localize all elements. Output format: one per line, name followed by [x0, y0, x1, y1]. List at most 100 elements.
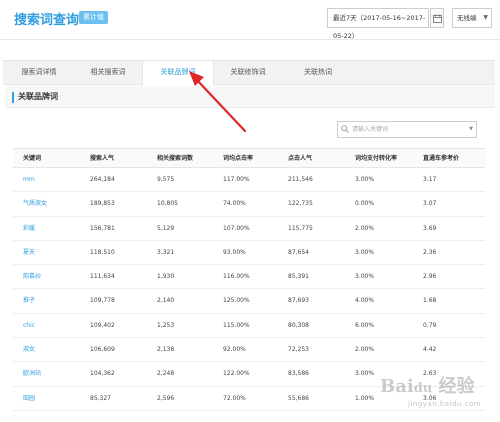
cell-ztc-price: 1.68: [423, 297, 437, 305]
keyword-link[interactable]: 淑女: [23, 338, 35, 362]
keyword-link[interactable]: 推子: [23, 289, 35, 313]
cell-click-popularity: 211,546: [288, 176, 313, 183]
table-row: 夏天 118,510 3,321 93.00% 87,654 3.00% 2.36: [13, 241, 485, 266]
cell-search-popularity: 109,778: [90, 297, 115, 305]
tab-bar: 搜索词详情 相关搜索词 关联品牌词 关联修饰词 关联热词: [3, 60, 495, 85]
cell-conversion-rate: 3.00%: [355, 273, 375, 281]
date-range-picker[interactable]: 最近7天（2017-05-16~2017-05-22）: [327, 8, 429, 40]
table-row: mm 264,184 9,575 117.00% 211,546 3.00% 3.17: [13, 168, 485, 193]
section-accent-bar: [12, 92, 14, 103]
tab-related-hot-words[interactable]: 关联热词: [282, 61, 354, 84]
cell-click-rate: 92.00%: [223, 346, 246, 354]
keyword-link[interactable]: 韵慕纱: [23, 265, 41, 289]
cell-ztc-price: 3.17: [423, 176, 437, 183]
cell-search-popularity: 118,510: [90, 248, 115, 256]
chevron-down-icon: ▼: [483, 14, 488, 21]
cell-click-popularity: 87,654: [288, 248, 309, 256]
cell-conversion-rate: 3.00%: [355, 176, 375, 183]
top-bar: 搜索词查询 累计值 最近7天（2017-05-16~2017-05-22） 无线…: [0, 0, 500, 40]
cell-ztc-price: 0.79: [423, 321, 437, 329]
calendar-button[interactable]: [430, 8, 444, 28]
tab-related-brand-words[interactable]: 关联品牌词: [142, 61, 214, 85]
table-row: 推子 109,778 2,140 125.00% 87,693 4.00% 1.68: [13, 289, 485, 314]
cell-related-count: 3,321: [157, 248, 175, 256]
cell-click-popularity: 115,775: [288, 224, 313, 232]
cell-related-count: 1,930: [157, 273, 175, 281]
cell-conversion-rate: 2.00%: [355, 224, 375, 232]
cell-related-count: 2,596: [157, 394, 175, 402]
keyword-link[interactable]: 彩媛: [23, 217, 35, 241]
device-select-value: 无线端: [457, 14, 477, 22]
tab-related-keywords[interactable]: 相关搜索词: [72, 61, 144, 84]
table-row: 气质淑女 189,853 10,805 74.00% 122,735 0.00% 3.07: [13, 192, 485, 217]
cell-search-popularity: 111,634: [90, 273, 115, 281]
cell-related-count: 2,140: [157, 297, 175, 305]
tab-related-modifiers[interactable]: 关联修饰词: [212, 61, 284, 84]
cell-conversion-rate: 3.00%: [355, 248, 375, 256]
section-title: 关联品牌词: [18, 92, 58, 101]
cell-search-popularity: 104,362: [90, 370, 115, 378]
cell-search-popularity: 106,609: [90, 346, 115, 354]
cell-click-popularity: 83,586: [288, 370, 309, 378]
table-row: 韵慕纱 111,634 1,930 116.00% 85,391 3.00% 2.96: [13, 265, 485, 290]
cell-ztc-price: 3.69: [423, 224, 437, 232]
cell-ztc-price: 2.96: [423, 273, 437, 281]
search-placeholder: 请输入关键词: [352, 126, 389, 133]
column-header-search-popularity[interactable]: 搜索人气: [90, 149, 114, 169]
cell-click-rate: 72.00%: [223, 394, 246, 402]
table-row: chic 109,402 1,253 115.00% 80,308 6.00% 0.79: [13, 314, 485, 339]
cell-search-popularity: 85,327: [90, 394, 111, 402]
keyword-link[interactable]: 夏天: [23, 241, 35, 265]
column-header-ztc-price[interactable]: 直通车参考价: [423, 149, 459, 169]
cell-conversion-rate: 2.00%: [355, 346, 375, 354]
keyword-search-input[interactable]: 请输入关键词 ▼: [337, 121, 477, 138]
cell-search-popularity: 156,781: [90, 224, 115, 232]
cell-click-rate: 125.00%: [223, 297, 250, 305]
cell-click-rate: 117.00%: [223, 176, 250, 183]
calendar-icon: [433, 14, 442, 23]
column-header-keyword[interactable]: 关键词: [23, 149, 41, 169]
search-icon: [341, 125, 349, 133]
cell-click-rate: 116.00%: [223, 273, 250, 281]
cell-conversion-rate: 6.00%: [355, 321, 375, 329]
cell-related-count: 10,805: [157, 200, 178, 208]
keyword-link[interactable]: chic: [23, 314, 35, 338]
cell-ztc-price: 3.07: [423, 200, 437, 208]
section-header: 关联品牌词: [5, 86, 495, 108]
column-header-conversion-rate[interactable]: 词均支付转化率: [355, 149, 397, 169]
cumulative-badge: 累计值: [79, 11, 108, 24]
cell-ztc-price: 4.42: [423, 346, 437, 354]
keyword-link[interactable]: 气质淑女: [23, 192, 47, 216]
cell-related-count: 1,253: [157, 321, 175, 329]
cell-click-popularity: 122,735: [288, 200, 313, 208]
column-header-related-count[interactable]: 相关搜索词数: [157, 149, 193, 169]
device-select[interactable]: 无线端 ▼: [452, 8, 492, 28]
cell-related-count: 2,138: [157, 346, 175, 354]
column-header-click-popularity[interactable]: 点击人气: [288, 149, 312, 169]
cell-click-rate: 93.00%: [223, 248, 246, 256]
baidu-jingyan-watermark: Baidu 经验 jingyan.baidu.com: [380, 376, 482, 408]
cell-click-popularity: 55,686: [288, 394, 309, 402]
keyword-link[interactable]: mm: [23, 168, 35, 192]
table-header: 关键词 搜索人气 相关搜索词数 词均点击率 点击人气 词均支付转化率 直通车参考…: [13, 148, 485, 168]
cell-click-rate: 115.00%: [223, 321, 250, 329]
cell-related-count: 2,248: [157, 370, 175, 378]
cell-click-rate: 107.00%: [223, 224, 250, 232]
table-row: 彩媛 156,781 5,129 107.00% 115,775 2.00% 3.69: [13, 217, 485, 241]
cell-search-popularity: 264,184: [90, 176, 115, 183]
cell-conversion-rate: 1.00%: [355, 394, 375, 402]
tab-keyword-detail[interactable]: 搜索词详情: [3, 61, 75, 84]
cell-conversion-rate: 3.00%: [355, 370, 375, 378]
cell-click-popularity: 72,253: [288, 346, 309, 354]
cell-click-popularity: 80,308: [288, 321, 309, 329]
keyword-link[interactable]: 欧洲站: [23, 362, 41, 386]
cell-related-count: 5,129: [157, 224, 175, 232]
table-row: 淑女 106,609 2,138 92.00% 72,253 2.00% 4.42: [13, 338, 485, 363]
cell-click-popularity: 85,391: [288, 273, 309, 281]
chevron-down-icon: ▼: [469, 126, 473, 132]
cell-ztc-price: 2.36: [423, 248, 437, 256]
keyword-link[interactable]: 田园: [23, 387, 35, 411]
cell-click-popularity: 87,693: [288, 297, 309, 305]
column-header-click-rate[interactable]: 词均点击率: [223, 149, 253, 169]
cell-click-rate: 74.00%: [223, 200, 246, 208]
